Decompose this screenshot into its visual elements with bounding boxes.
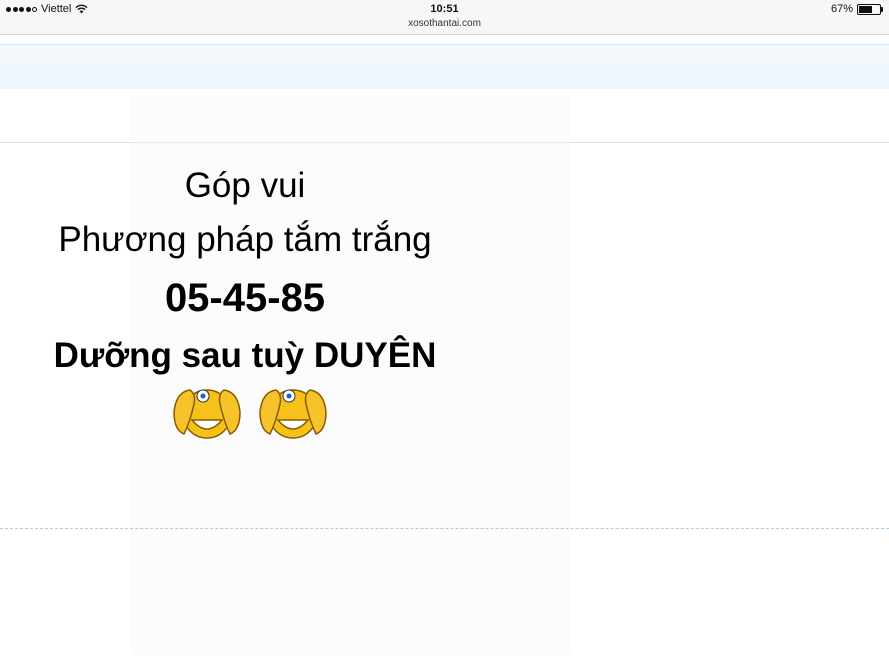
battery-fill — [859, 5, 872, 13]
covering-eyes-smiley-icon — [259, 389, 327, 439]
battery-icon — [857, 3, 883, 15]
post-line-closing: Dưỡng sau tuỳ DUYÊN — [53, 336, 437, 375]
address-url[interactable]: xosothantai.com — [0, 18, 889, 29]
post-line-method: Phương pháp tắm trắng — [58, 220, 432, 259]
covering-eyes-smiley-icon — [173, 389, 241, 439]
page-header-band — [0, 44, 889, 90]
post-line-greeting: Góp vui — [184, 166, 306, 205]
battery-percent: 67% — [830, 3, 853, 15]
status-bar: Viettel 10:51 xosothantai.com 67% — [0, 0, 889, 35]
status-time: 10:51 — [430, 3, 459, 15]
emoji-row — [170, 382, 330, 442]
dashed-separator — [0, 528, 889, 529]
post-lucky-numbers: 05-45-85 — [164, 276, 326, 320]
status-right: 67% — [830, 3, 883, 15]
